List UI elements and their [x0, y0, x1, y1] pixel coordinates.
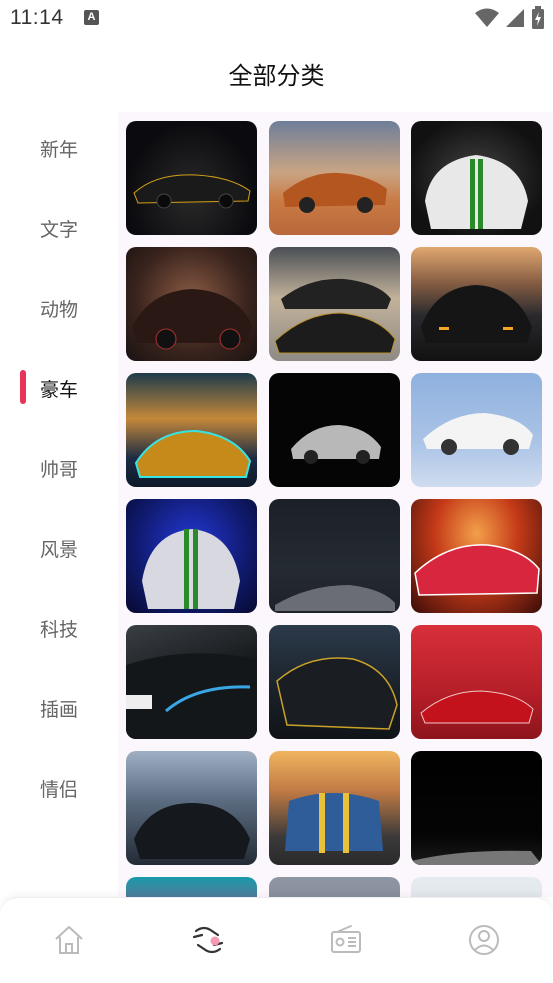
category-hands-icon — [192, 926, 224, 954]
wallpaper-thumbnail[interactable] — [411, 373, 542, 487]
wallpaper-thumbnail[interactable] — [126, 247, 257, 361]
nav-profile[interactable] — [462, 920, 506, 960]
wallpaper-thumbnail[interactable] — [411, 499, 542, 613]
wallpaper-thumbnail[interactable] — [411, 625, 542, 739]
sidebar-item-label: 科技 — [39, 618, 78, 641]
bottom-navigation — [0, 897, 553, 983]
category-sidebar: 新年 文字 动物 豪车 帅哥 风景 科技 插画 情侣 — [0, 108, 118, 898]
wallpaper-thumbnail[interactable] — [126, 373, 257, 487]
sidebar-item-label: 新年 — [39, 138, 78, 161]
sidebar-item-animals[interactable]: 动物 — [0, 278, 118, 338]
wallpaper-thumbnail[interactable] — [269, 247, 400, 361]
wallpaper-thumbnail[interactable] — [126, 751, 257, 865]
radio-icon — [331, 925, 361, 953]
status-bar: 11:14 A — [0, 0, 553, 38]
sidebar-item-label: 情侣 — [39, 778, 78, 801]
wallpaper-thumbnail[interactable] — [126, 499, 257, 613]
wallpaper-thumbnail[interactable] — [269, 877, 400, 897]
status-indicators — [475, 6, 545, 30]
wallpaper-thumbnail[interactable] — [411, 247, 542, 361]
nav-home[interactable] — [47, 920, 91, 960]
wallpaper-thumbnail[interactable] — [269, 625, 400, 739]
battery-icon — [532, 6, 544, 29]
nav-radio[interactable] — [324, 920, 368, 960]
wallpaper-thumbnail[interactable] — [269, 751, 400, 865]
profile-icon — [469, 925, 499, 955]
sidebar-item-couples[interactable]: 情侣 — [0, 758, 118, 818]
status-time: 11:14 — [10, 6, 64, 29]
wallpaper-thumbnail[interactable] — [411, 751, 542, 865]
sidebar-item-illustration[interactable]: 插画 — [0, 678, 118, 738]
wallpaper-thumbnail[interactable] — [269, 499, 400, 613]
wifi-icon — [475, 8, 499, 27]
sidebar-item-luxury-cars[interactable]: 豪车 — [0, 358, 118, 418]
sidebar-item-scenery[interactable]: 风景 — [0, 518, 118, 578]
wallpaper-thumbnail[interactable] — [126, 625, 257, 739]
nav-category[interactable] — [186, 920, 230, 960]
sidebar-item-new-year[interactable]: 新年 — [0, 118, 118, 178]
sidebar-item-label: 帅哥 — [39, 458, 78, 481]
sidebar-item-technology[interactable]: 科技 — [0, 598, 118, 658]
sidebar-item-text[interactable]: 文字 — [0, 198, 118, 258]
signal-icon — [506, 9, 524, 27]
wallpaper-thumbnail[interactable] — [411, 877, 542, 897]
sidebar-item-label: 豪车 — [39, 378, 78, 401]
wallpaper-thumbnail[interactable] — [126, 121, 257, 235]
wallpaper-thumbnail[interactable] — [269, 121, 400, 235]
sidebar-item-handsome-men[interactable]: 帅哥 — [0, 438, 118, 498]
home-icon — [55, 926, 83, 954]
sidebar-item-label: 动物 — [39, 298, 78, 321]
sidebar-item-label: 插画 — [39, 698, 78, 721]
sidebar-item-label: 风景 — [39, 538, 78, 561]
page-title: 全部分类 — [228, 62, 325, 90]
wallpaper-thumbnail[interactable] — [269, 373, 400, 487]
wallpaper-thumbnail[interactable] — [411, 121, 542, 235]
notification-icon: A — [84, 10, 99, 25]
sidebar-item-label: 文字 — [39, 218, 78, 241]
wallpaper-grid[interactable] — [118, 112, 553, 897]
wallpaper-thumbnail[interactable] — [126, 877, 257, 897]
